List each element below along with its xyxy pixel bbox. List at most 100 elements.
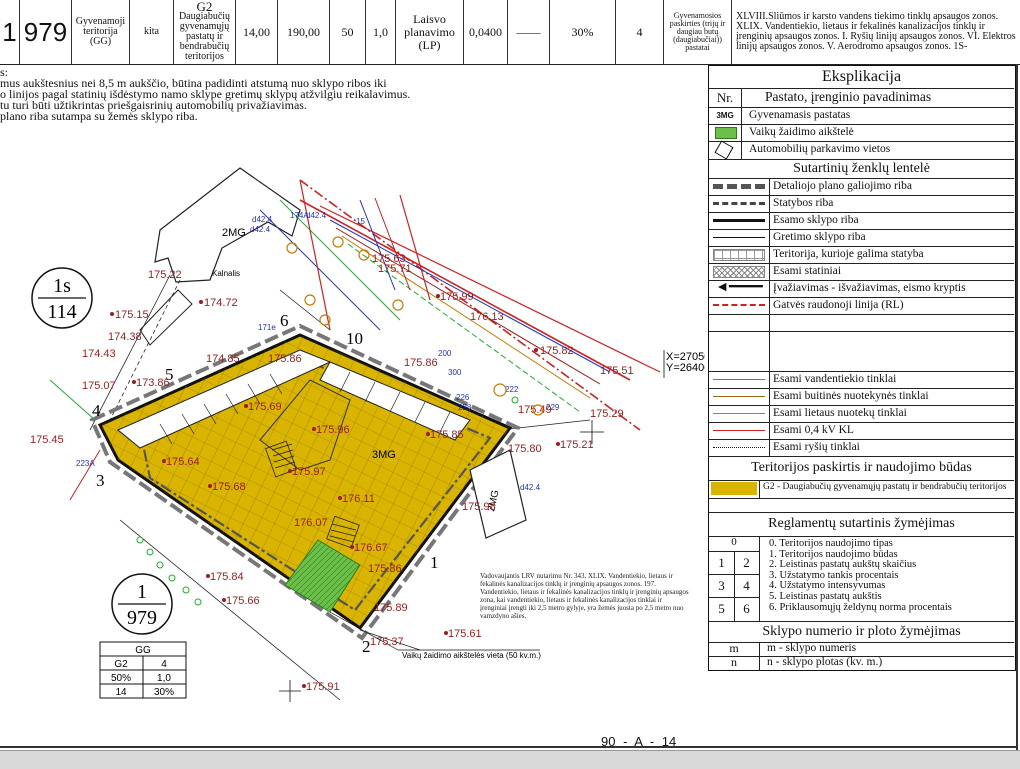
symbol-row <box>709 314 1014 332</box>
symbol-label: Įvažiavimas - išvažiavimas, eismo krypti… <box>773 282 966 294</box>
reg-cell: 6 <box>743 601 750 616</box>
symbol-label: Esami lietaus nuotekų tinklai <box>773 407 907 419</box>
parcel-n-desc: n - sklypo plotas (kv. m.) <box>767 656 883 668</box>
legend-item: Automobilių parkavimo vietos <box>709 140 1014 160</box>
territory-label: G2 - Daugiabučių gyvenamųjų pastatų ir b… <box>763 482 1007 492</box>
reg-cell: 3 <box>709 574 735 598</box>
legend-header-row: Nr. Pastato, įrenginio pavadinimas <box>709 88 1014 108</box>
elevation-label: 174.43 <box>82 348 116 360</box>
adjacent-line-swatch <box>713 237 765 238</box>
misc-label: 229 <box>546 403 560 412</box>
territory-swatch-cell <box>709 480 760 498</box>
elevation-label: 175.96 <box>316 424 350 436</box>
symbol-row: Gretimo sklypo riba <box>709 229 1014 247</box>
green-percent-cell: 30% <box>550 0 616 64</box>
symbol-label: Esamo sklypo riba <box>773 214 859 226</box>
misc-label: d42.4 <box>306 211 327 220</box>
elevation-label: 175.91 <box>306 681 340 693</box>
symbol-row: Esami lietaus nuotekų tinklai <box>709 405 1014 423</box>
gg-cell: 50% <box>111 673 131 684</box>
purpose-desc: Daugiabučių gyvenamųjų pastatų ir bendra… <box>178 11 231 62</box>
sheet-border-bottom <box>0 746 1018 748</box>
floors-cell: 4 <box>616 0 664 64</box>
gg-cell: 1,0 <box>157 673 171 684</box>
gg-cell: 30% <box>154 687 174 698</box>
parcel-row-m: m m - sklypo numeris <box>709 642 1014 657</box>
elevation-label: 175.68 <box>212 481 246 493</box>
symbol-row: Esami ryšių tinklai <box>709 439 1014 457</box>
elevation-label: 175.86 <box>368 563 402 575</box>
symbol-label: Esami ryšių tinklai <box>773 441 860 453</box>
elevation-label: 175.85 <box>430 429 464 441</box>
buildable-swatch <box>713 249 765 261</box>
subpurpose-cell: Gyvenamosios paskirties (trijų ir daugia… <box>664 0 732 64</box>
legend-item: Vaikų žaidimo aikštelė <box>709 124 1014 142</box>
misc-label: 222 <box>505 385 519 394</box>
parcel-row-n: n n - sklypo plotas (kv. m.) <box>709 656 1014 670</box>
elevation-label: 175.61 <box>448 628 482 640</box>
misc-label: Kalnalis <box>212 269 240 278</box>
elevation-label: 175.29 <box>590 408 624 420</box>
symbol-label: Gatvės raudonoji linija (RL) <box>773 299 904 311</box>
playground-swatch-cell <box>709 124 742 141</box>
territory-row: G2 - Daugiabučių gyvenamųjų pastatų ir b… <box>709 480 1014 499</box>
red-line-swatch <box>713 304 765 306</box>
parcel-line-swatch <box>713 219 765 222</box>
site-plan-drawing: 2MG Kalnalis 3MG 2MG 1 2 3 4 5 6 10 175.… <box>30 167 705 702</box>
elevation-label: 175.22 <box>148 269 182 281</box>
symbol-label: Esami statiniai <box>773 265 842 277</box>
symbol-label: Statybos riba <box>773 197 834 209</box>
elevation-label: 175.86 <box>268 353 302 365</box>
sheet-border <box>1016 64 1018 750</box>
reg-block: 0 1 2 3 4 5 6 0. Teritorijos naudojimo t… <box>709 536 1014 622</box>
territory-cell: Gyvenamoji teritorija (GG) <box>72 0 130 64</box>
elevation-label: 175.86 <box>404 357 438 369</box>
adjacent-building <box>154 167 301 283</box>
gg-cell: 14 <box>115 687 127 698</box>
elevation-label: 175.64 <box>166 456 200 468</box>
legend-sym: 3MG <box>709 107 742 124</box>
legend-item: 3MG Gyvenamasis pastatas <box>709 107 1014 125</box>
symbol-row: ◄━━━━ Įvažiavimas - išvažiavimas, eismo … <box>709 280 1014 298</box>
territory-swatch <box>711 482 757 495</box>
elevation-label: 175.89 <box>374 602 408 614</box>
reg-line: 6. Priklausomųjų želdynų norma procentai… <box>769 601 952 613</box>
symbol-row: Statybos riba <box>709 195 1014 213</box>
gg-head: GG <box>135 645 151 656</box>
elevation-label: 176.13 <box>470 311 504 323</box>
elevation-label: 175.71 <box>378 263 412 275</box>
use-cell: kita <box>130 0 174 64</box>
elevation-label: 174.72 <box>204 297 238 309</box>
symbol-row: Esami buitinės nuotekynės tinklai <box>709 388 1014 406</box>
height-cell: 14,00 <box>236 0 278 64</box>
elevation-label: 175.80 <box>508 443 542 455</box>
elevation-label: 175.66 <box>226 595 260 607</box>
gg-cell: G2 <box>114 659 128 670</box>
gg-table: GG G2 4 50% 1,0 14 30% <box>99 641 187 699</box>
reg-cell: 2 <box>734 551 759 575</box>
playground-swatch <box>715 127 737 139</box>
symbol-label: Teritorija, kurioje galima statyba <box>773 248 924 260</box>
elevation-label: 175.97 <box>292 466 326 478</box>
playground-note: Vaikų žaidimo aikštelės vieta (50 kv.m.) <box>402 651 541 660</box>
col-name: Pastato, įrenginio pavadinimas <box>765 89 932 104</box>
col-no: Nr. <box>709 88 742 107</box>
building-label: 3MG <box>372 449 396 461</box>
territory-title: Teritorijos paskirtis ir naudojimo būdas <box>709 456 1014 481</box>
reg-cell: 5 <box>709 597 735 621</box>
symbol-row: Detaliojo plano galiojimo riba <box>709 178 1014 196</box>
parcel-area-cell: 979 <box>20 0 72 64</box>
parcel-ref-114: 1s 114 <box>31 267 93 329</box>
elevation-label: 175.15 <box>115 309 149 321</box>
symbol-row: Esamo sklypo riba <box>709 212 1014 230</box>
symbol-label: Esami vandentiekio tinklai <box>773 373 897 385</box>
parcel-n: n <box>709 656 760 670</box>
misc-label: d42.4 <box>520 483 541 492</box>
law-note-text: Vadovaujantis LRV nutarimu Nr. 343, XLIX… <box>480 572 689 620</box>
reg-cell: 0 <box>709 536 759 552</box>
restrictions-cell: XLVIII.Sliūmos ir karsto vandens tiekimo… <box>736 11 1016 52</box>
reg-lines: 0. Teritorijos naudojimo tipas 1. Terito… <box>769 538 952 613</box>
plan-boundary-swatch <box>713 184 765 189</box>
symbol-label: Detaliojo plano galiojimo riba <box>773 180 912 192</box>
misc-label: 228 <box>458 403 472 412</box>
